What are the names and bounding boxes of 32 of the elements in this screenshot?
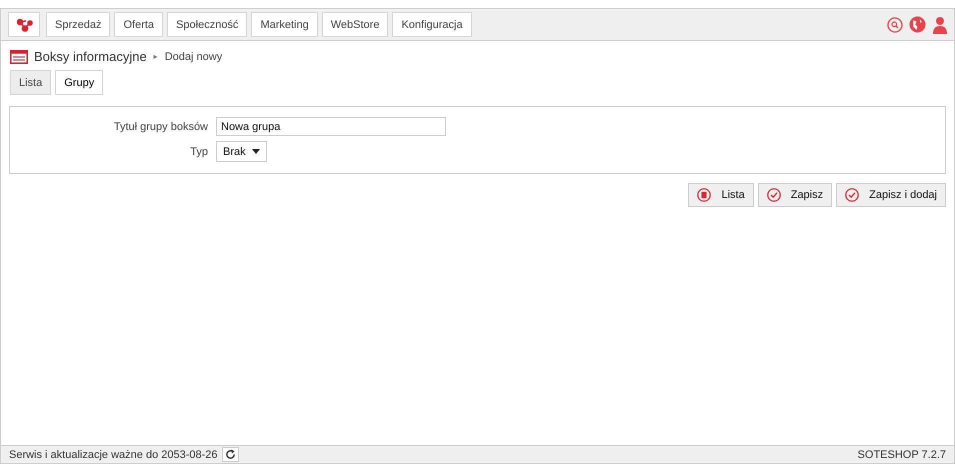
breadcrumb-current: Dodaj nowy <box>164 50 222 62</box>
nav-button[interactable]: Oferta <box>114 12 164 37</box>
action-button[interactable]: Zapisz i dodaj <box>836 183 946 207</box>
check-icon <box>766 188 781 202</box>
nav-button[interactable]: Społeczność <box>167 12 248 37</box>
field-label: Tytuł grupy boksów <box>112 120 208 132</box>
action-button[interactable]: Zapisz <box>758 183 832 207</box>
refresh-icon <box>224 449 236 460</box>
nav-button[interactable]: Konfiguracja <box>392 12 472 37</box>
input-field[interactable]: Nowa grupa <box>216 117 446 136</box>
license-text: Serwis i aktualizacje ważne do 2053-08-26 <box>9 448 218 460</box>
caret-icon <box>252 149 260 154</box>
page-title: Boksy informacyjne <box>34 49 147 64</box>
nav-button[interactable]: Sprzedaż <box>46 12 110 37</box>
type-dropdown[interactable]: Brak <box>216 141 267 162</box>
tab[interactable]: Grupy <box>55 70 104 95</box>
action-button[interactable]: Lista <box>688 183 754 207</box>
network-icon <box>17 18 33 32</box>
nav-button[interactable]: WebStore <box>322 12 388 37</box>
version-text: SOTESHOP 7.2.7 <box>858 448 946 460</box>
user-icon[interactable] <box>932 16 948 34</box>
globe-icon[interactable] <box>909 16 926 33</box>
logo-button[interactable] <box>8 12 40 37</box>
refresh-button[interactable] <box>222 447 239 462</box>
check-icon <box>845 188 860 202</box>
nav-button[interactable]: Marketing <box>251 12 318 37</box>
tab[interactable]: Lista <box>10 70 52 95</box>
breadcrumb-separator: ▸ <box>154 52 158 61</box>
search-icon[interactable] <box>887 16 903 32</box>
document-icon <box>697 188 712 202</box>
field-label: Typ <box>189 146 208 158</box>
list-window-icon <box>10 50 28 64</box>
